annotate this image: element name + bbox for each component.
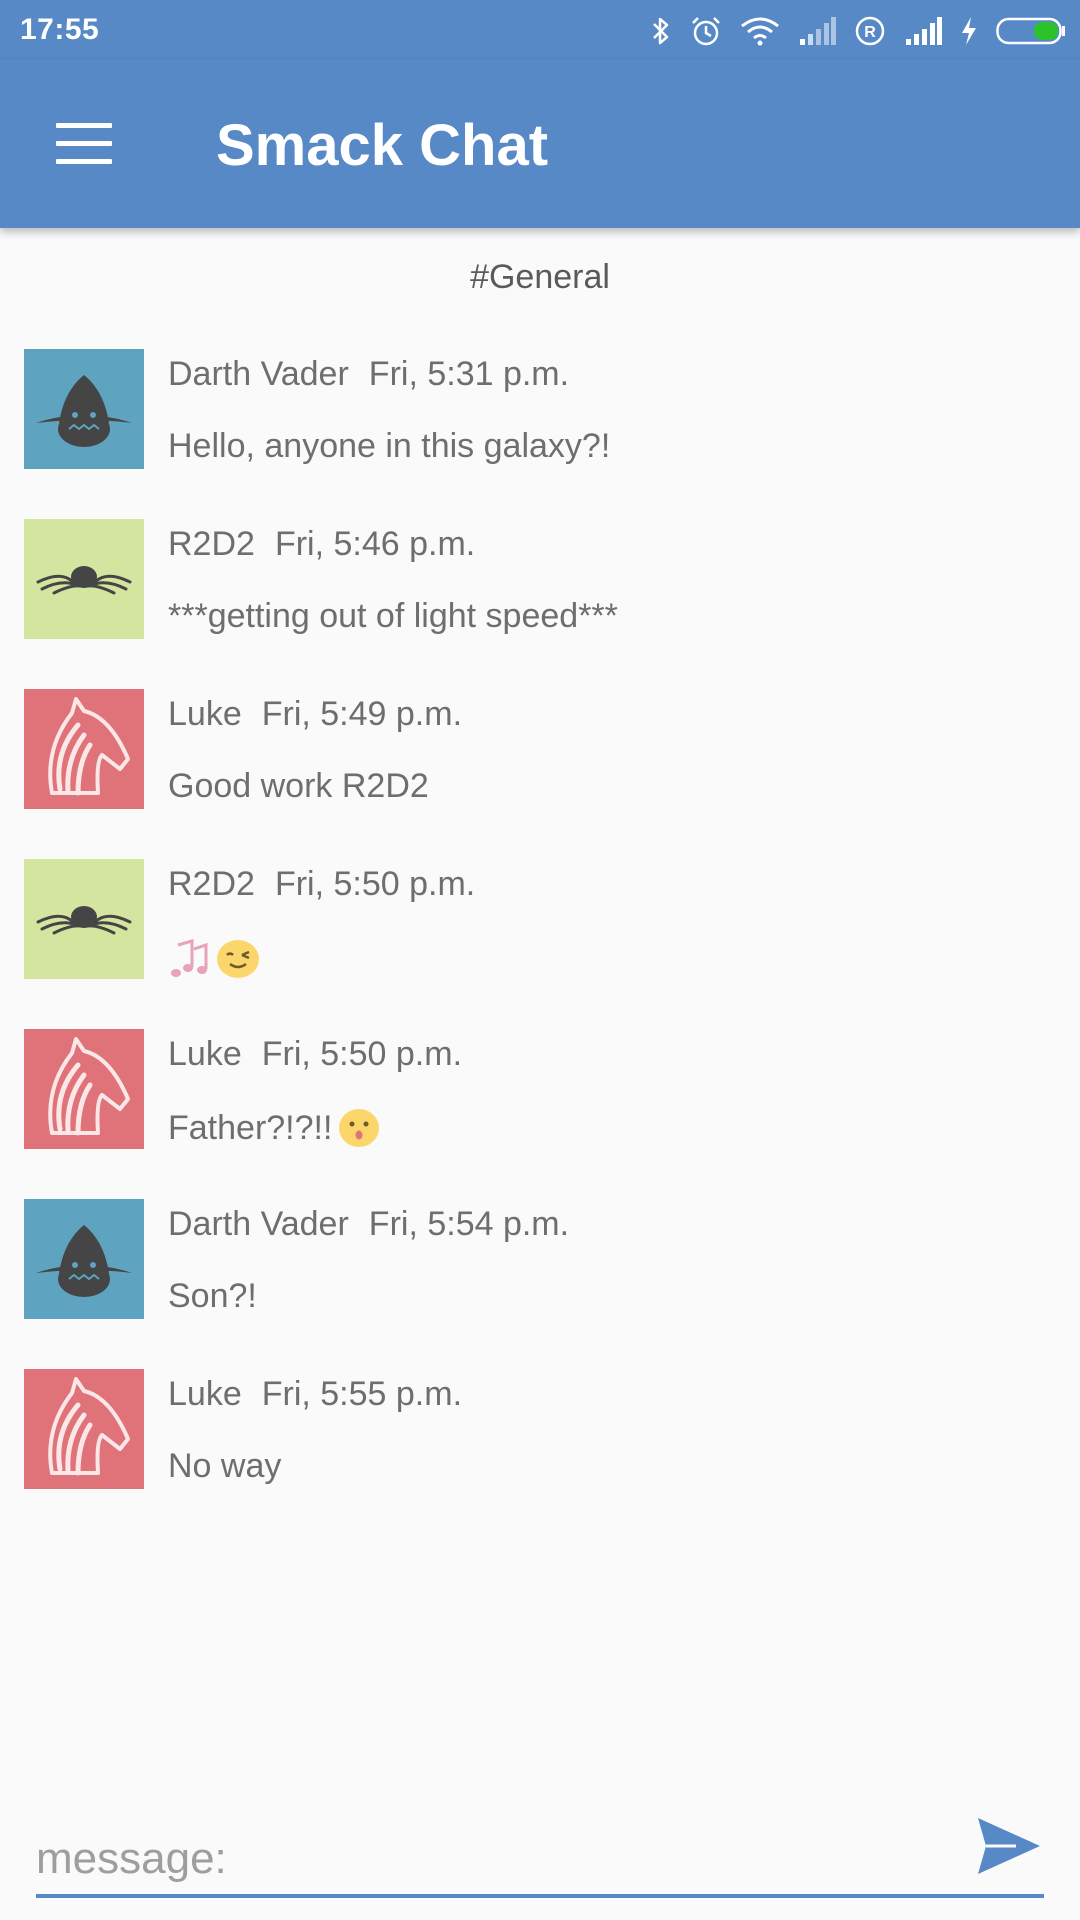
message-item[interactable]: Luke Fri, 5:50 p.m. Father?!?!! (0, 1029, 1080, 1199)
alarm-icon (690, 15, 722, 47)
message-header: Luke Fri, 5:50 p.m. (168, 1035, 462, 1074)
message-header: R2D2 Fri, 5:46 p.m. (168, 525, 475, 564)
message-time: Fri, 5:50 p.m. (261, 1035, 463, 1073)
send-icon[interactable] (970, 1810, 1046, 1880)
channel-name: #General (470, 258, 610, 296)
horse-avatar (24, 1369, 144, 1489)
message-body: No way (168, 1447, 281, 1486)
message-list: Darth Vader Fri, 5:31 p.m. Hello, anyone … (0, 349, 1080, 1539)
shark-avatar (24, 1199, 144, 1319)
message-header: Luke Fri, 5:49 p.m. (168, 695, 462, 734)
hamburger-menu-icon[interactable] (42, 112, 126, 176)
message-item[interactable]: Darth Vader Fri, 5:54 p.m. Son?! (0, 1199, 1080, 1369)
battery-icon (996, 16, 1066, 46)
input-underline (36, 1894, 1044, 1898)
music-notes-emoji (168, 937, 210, 979)
status-icons: R (650, 14, 1066, 48)
message-input[interactable] (36, 1824, 936, 1894)
message-body (168, 937, 260, 979)
bluetooth-icon (650, 15, 672, 47)
message-body: Hello, anyone in this galaxy?! (168, 427, 610, 466)
roaming-icon: R (854, 15, 886, 47)
octopus-avatar (24, 859, 144, 979)
message-item[interactable]: Darth Vader Fri, 5:31 p.m. Hello, anyone … (0, 349, 1080, 519)
message-header: Darth Vader Fri, 5:54 p.m. (168, 1205, 569, 1244)
message-time: Fri, 5:49 p.m. (261, 695, 463, 733)
message-time: Fri, 5:54 p.m. (368, 1205, 570, 1243)
message-time: Fri, 5:46 p.m. (274, 525, 476, 563)
message-time: Fri, 5:50 p.m. (274, 865, 476, 903)
octopus-avatar (24, 519, 144, 639)
signal-icon (904, 17, 942, 45)
message-text: No way (168, 1447, 282, 1485)
message-body: Son?! (168, 1277, 257, 1316)
horse-avatar (24, 689, 144, 809)
message-text: Hello, anyone in this galaxy?! (168, 427, 611, 465)
message-composer (36, 1810, 1044, 1900)
message-item[interactable]: R2D2 Fri, 5:50 p.m. (0, 859, 1080, 1029)
message-text: ***getting out of light speed*** (168, 597, 618, 635)
status-time: 17:55 (20, 13, 100, 46)
message-body: ***getting out of light speed*** (168, 597, 618, 636)
app-bar: Smack Chat (0, 60, 1080, 228)
message-author: R2D2 (168, 865, 255, 903)
message-body: Good work R2D2 (168, 767, 429, 806)
message-author: Luke (168, 1035, 242, 1073)
winking-face-emoji (216, 937, 260, 979)
horse-avatar (24, 1029, 144, 1149)
shark-avatar (24, 349, 144, 469)
message-item[interactable]: R2D2 Fri, 5:46 p.m. ***getting out of lig… (0, 519, 1080, 689)
message-item[interactable]: Luke Fri, 5:55 p.m. No way (0, 1369, 1080, 1539)
message-text: Good work R2D2 (168, 767, 429, 805)
message-time: Fri, 5:31 p.m. (368, 355, 570, 393)
status-bar: 17:55 R (0, 0, 1080, 60)
message-time: Fri, 5:55 p.m. (261, 1375, 463, 1413)
message-header: Darth Vader Fri, 5:31 p.m. (168, 355, 569, 394)
message-author: R2D2 (168, 525, 255, 563)
message-text: Father?!?!! (168, 1108, 333, 1147)
svg-text:R: R (864, 24, 876, 41)
app-title: Smack Chat (216, 113, 549, 178)
message-text: Son?! (168, 1277, 257, 1315)
charging-icon (960, 16, 978, 46)
message-item[interactable]: Luke Fri, 5:49 p.m. Good work R2D2 (0, 689, 1080, 859)
message-author: Luke (168, 1375, 242, 1413)
message-author: Darth Vader (168, 355, 349, 393)
surprised-face-emoji (338, 1107, 380, 1149)
message-body: Father?!?!! (168, 1107, 380, 1149)
message-author: Darth Vader (168, 1205, 349, 1243)
message-author: Luke (168, 695, 242, 733)
signal-icon (798, 17, 836, 45)
wifi-icon (740, 16, 780, 46)
message-header: R2D2 Fri, 5:50 p.m. (168, 865, 475, 904)
message-header: Luke Fri, 5:55 p.m. (168, 1375, 462, 1414)
